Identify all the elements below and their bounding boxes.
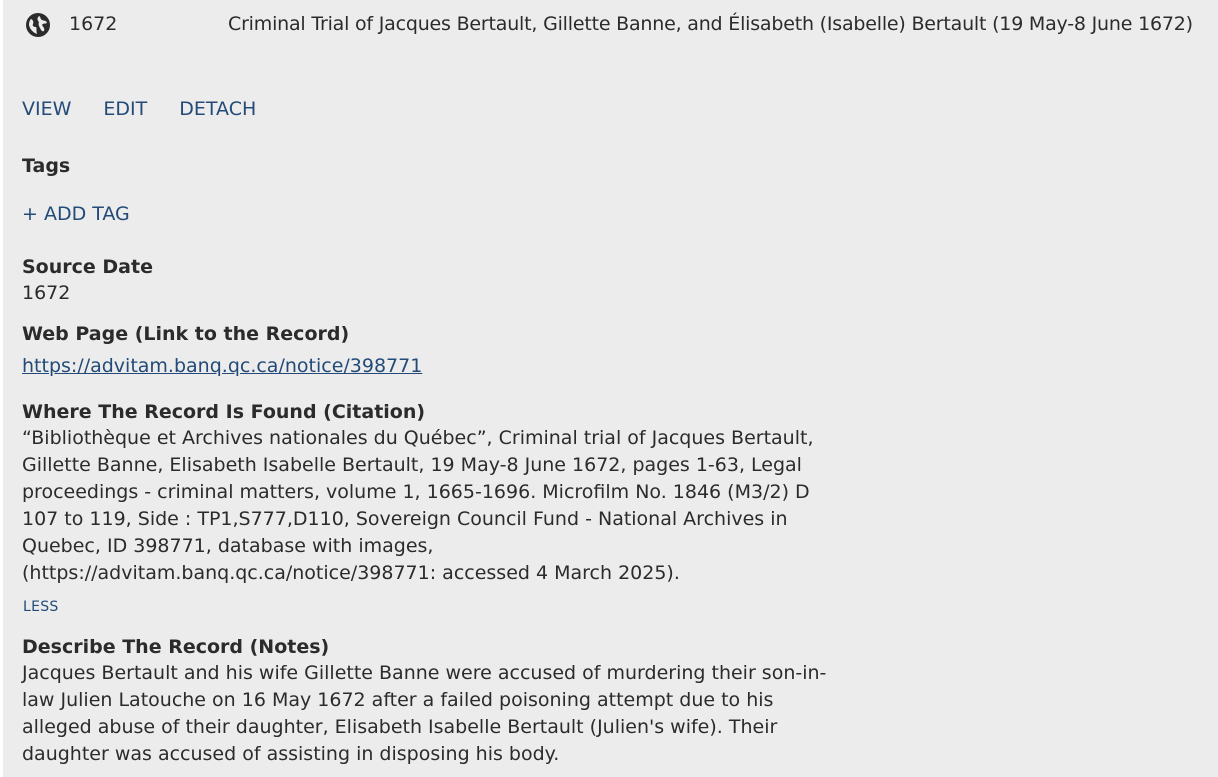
notes-text: Jacques Bertault and his wife Gillette B…: [22, 660, 827, 768]
citation-line: Gillette Banne, Elisabeth Isabelle Berta…: [22, 454, 802, 476]
notes-line: alleged abuse of their daughter, Elisabe…: [22, 716, 778, 738]
action-bar: VIEW EDIT DETACH: [22, 96, 256, 122]
source-date-label: Source Date: [22, 256, 153, 278]
notes-line: daughter was accused of assisting in dis…: [22, 743, 560, 765]
citation-line: Quebec, ID 398771, database with images,: [22, 535, 434, 557]
citation-line: proceedings - criminal matters, volume 1…: [22, 481, 810, 503]
notes-line: Jacques Bertault and his wife Gillette B…: [22, 662, 827, 684]
notes-line: law Julien Latouche on 16 May 1672 after…: [22, 689, 774, 711]
citation-line: 107 to 119, Side : TP1,S777,D110, Sovere…: [22, 508, 788, 530]
header-date: 1672: [69, 13, 118, 35]
view-button[interactable]: VIEW: [22, 96, 71, 122]
citation-line: “Bibliothèque et Archives nationales du …: [22, 427, 814, 449]
add-tag-button[interactable]: + ADD TAG: [22, 201, 130, 227]
source-date-value: 1672: [22, 282, 71, 304]
notes-label: Describe The Record (Notes): [22, 636, 330, 658]
detach-button[interactable]: DETACH: [179, 96, 256, 122]
source-detail-panel: 1672 Criminal Trial of Jacques Bertault,…: [3, 0, 1218, 777]
source-title: Criminal Trial of Jacques Bertault, Gill…: [228, 13, 1193, 35]
edit-button[interactable]: EDIT: [103, 96, 147, 122]
web-page-label: Web Page (Link to the Record): [22, 323, 350, 345]
citation-label: Where The Record Is Found (Citation): [22, 401, 426, 423]
record-url-link[interactable]: https://advitam.banq.qc.ca/notice/398771: [22, 353, 422, 379]
globe-icon: [25, 12, 51, 38]
citation-text: “Bibliothèque et Archives nationales du …: [22, 425, 822, 587]
source-header: 1672 Criminal Trial of Jacques Bertault,…: [3, 0, 1218, 50]
tags-label: Tags: [22, 155, 71, 177]
citation-line: (https://advitam.banq.qc.ca/notice/39877…: [22, 562, 680, 584]
less-toggle[interactable]: LESS: [23, 597, 59, 617]
